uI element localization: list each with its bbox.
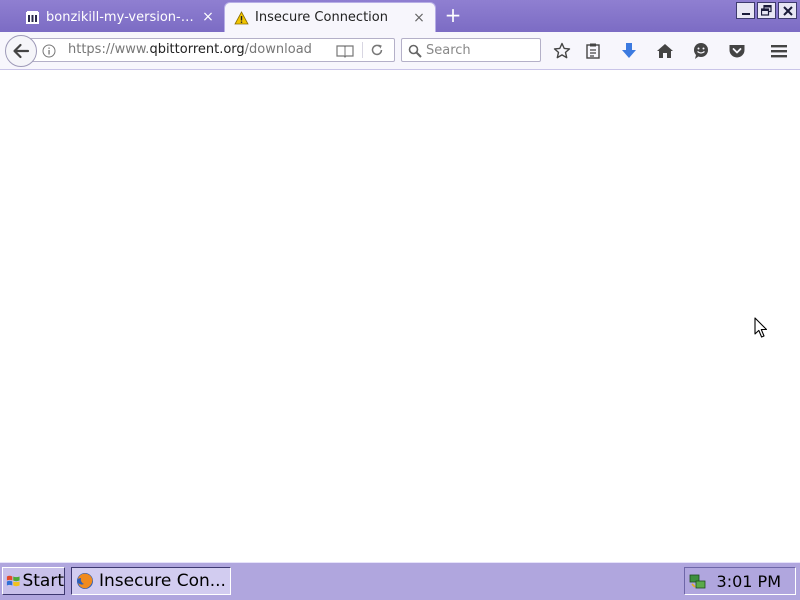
mouse-cursor-icon [754, 317, 768, 339]
info-icon[interactable] [42, 43, 56, 58]
tab-bonzikill[interactable]: bonzikill-my-version-upd… × [16, 2, 224, 32]
home-icon [657, 44, 673, 58]
url-bar[interactable]: https://www.qbittorrent.org/download [30, 38, 395, 62]
minimize-button[interactable] [736, 2, 755, 19]
tab-close-icon[interactable]: × [411, 10, 427, 26]
warning-icon [233, 10, 249, 26]
minimize-icon [741, 12, 750, 15]
url-path: /download [244, 42, 312, 57]
search-input[interactable] [426, 41, 536, 59]
network-tray-icon[interactable] [689, 572, 707, 590]
start-button[interactable]: Start [2, 567, 65, 595]
tab-title: Insecure Connection [255, 10, 388, 25]
home-button[interactable] [654, 40, 676, 62]
pocket-button[interactable] [726, 40, 748, 62]
tab-close-icon[interactable]: × [200, 9, 216, 25]
navigation-toolbar: https://www.qbittorrent.org/download [0, 32, 800, 70]
bookmark-star-button[interactable] [551, 40, 573, 62]
search-box[interactable] [401, 38, 541, 62]
reader-view-icon[interactable] [336, 43, 354, 58]
tab-title: bonzikill-my-version-upd… [46, 9, 200, 25]
firefox-icon [77, 573, 93, 589]
system-tray: 3:01 PM [684, 567, 796, 595]
url-host: qbittorrent.org [149, 42, 245, 57]
star-icon [553, 42, 571, 59]
download-arrow-icon [622, 43, 636, 58]
pocket-icon [729, 45, 745, 58]
url-text[interactable]: https://www.qbittorrent.org/download [68, 42, 312, 57]
windows-logo-icon [6, 575, 20, 587]
search-icon [408, 43, 422, 58]
bookmarks-menu-button[interactable] [582, 40, 604, 62]
new-tab-button[interactable]: + [444, 5, 462, 25]
back-button[interactable] [5, 35, 37, 67]
archive-icon [24, 9, 40, 25]
back-arrow-icon [13, 43, 30, 59]
start-label: Start [22, 571, 64, 591]
url-prefix: https://www. [68, 42, 150, 57]
taskbar-item-firefox[interactable]: Insecure Con... [71, 567, 231, 595]
taskbar-item-label: Insecure Con... [99, 571, 226, 591]
restore-icon [761, 5, 772, 16]
restore-button[interactable] [757, 2, 776, 19]
hello-chat-button[interactable] [690, 40, 712, 62]
taskbar: Start Insecure Con... 3:01 PM [0, 562, 800, 600]
close-window-button[interactable] [778, 2, 797, 19]
reload-icon[interactable] [369, 42, 385, 58]
page-content-area[interactable] [0, 70, 800, 562]
downloads-button[interactable] [618, 40, 640, 62]
menu-button[interactable] [768, 40, 790, 62]
hamburger-menu-icon [771, 45, 787, 58]
close-icon [782, 5, 793, 16]
smiley-chat-icon [694, 43, 708, 59]
tab-strip: bonzikill-my-version-upd… × Insecure Con… [0, 0, 800, 32]
tab-insecure-connection[interactable]: Insecure Connection × [224, 2, 436, 32]
url-separator [362, 42, 363, 58]
clock[interactable]: 3:01 PM [717, 572, 781, 591]
bookmarks-list-icon [586, 43, 600, 59]
